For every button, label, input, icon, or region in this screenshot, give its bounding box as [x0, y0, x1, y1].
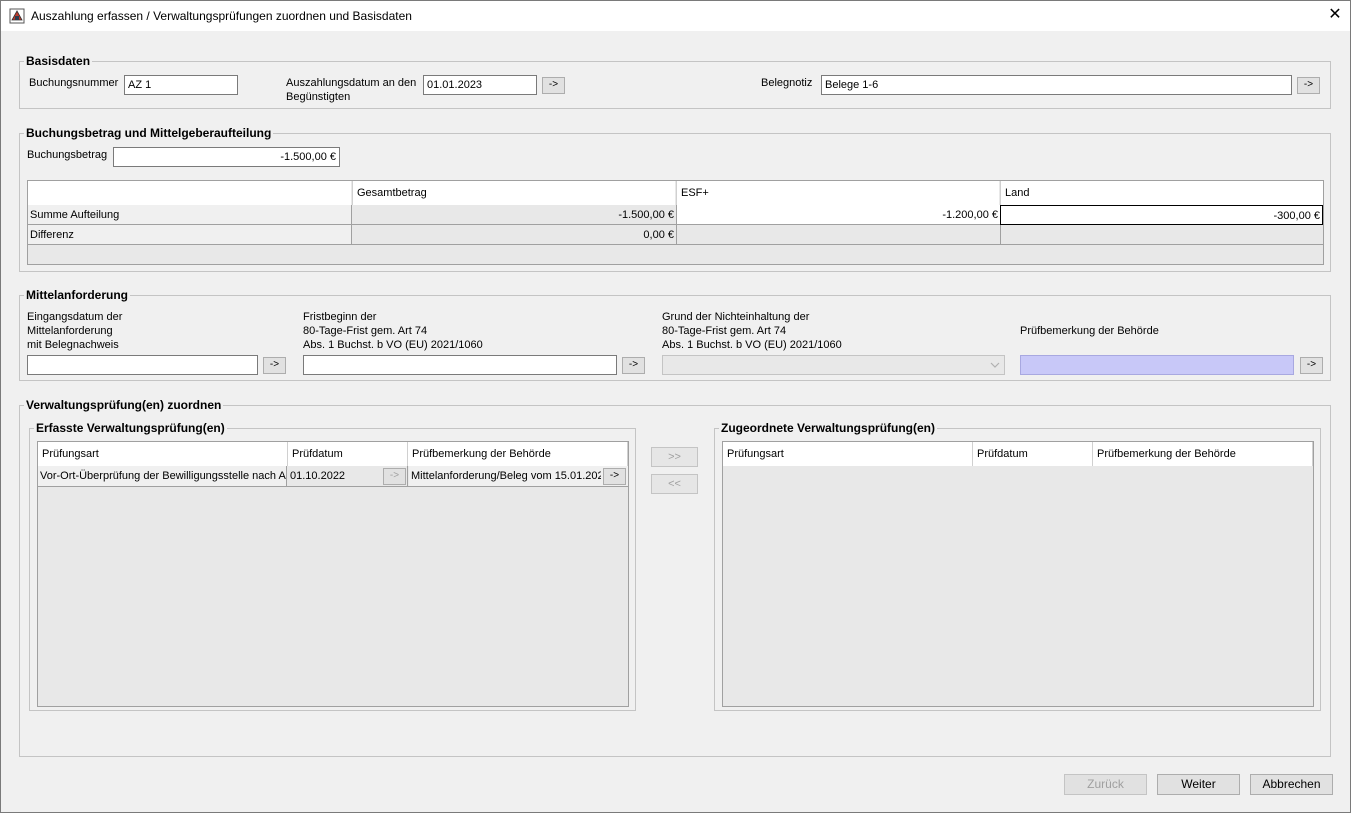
differenz-label: Differenz	[28, 225, 351, 245]
buchungsnummer-label: Buchungsnummer	[29, 77, 119, 89]
belegnotiz-label: Belegnotiz	[761, 77, 813, 89]
erfasste-datum-text: 01.10.2022	[290, 470, 346, 482]
differenz-esf-cell	[676, 225, 1000, 245]
eingang-label-line2: Mittelanforderung	[27, 325, 113, 337]
grund-label-line1: Grund der Nichteinhaltung der	[662, 311, 810, 323]
aufteilung-header-land: Land	[1000, 181, 1323, 205]
erfasste-header-art: Prüfungsart	[38, 442, 288, 466]
auszahlungsdatum-input[interactable]: 01.01.2023	[423, 75, 537, 95]
verwaltungspruefung-legend: Verwaltungsprüfung(en) zuordnen	[24, 398, 224, 412]
close-icon[interactable]: ✕	[1326, 6, 1344, 24]
move-right-button[interactable]: >>	[651, 447, 698, 467]
grund-label-line3: Abs. 1 Buchst. b VO (EU) 2021/1060	[662, 339, 842, 351]
summe-aufteilung-label: Summe Aufteilung	[28, 205, 351, 225]
grund-label-line2: 80-Tage-Frist gem. Art 74	[662, 325, 787, 337]
fristbeginn-arrow-button[interactable]: ->	[622, 357, 645, 374]
chevron-down-icon	[990, 360, 1000, 370]
summe-esf-cell[interactable]: -1.200,00 €	[676, 205, 1000, 225]
pruefbemerkung-input[interactable]	[1020, 355, 1294, 375]
aufteilung-header-corner	[28, 181, 351, 205]
grund-dropdown[interactable]	[662, 355, 1005, 375]
zugeordnete-header-art: Prüfungsart	[723, 442, 973, 466]
belegnotiz-input[interactable]: Belege 1-6	[821, 75, 1292, 95]
auszahlungsdatum-label-line2: Begünstigten	[286, 91, 351, 103]
zugeordnete-table: Prüfungsart Prüfdatum Prüfbemerkung der …	[722, 441, 1314, 707]
summe-land-cell[interactable]: -300,00 €	[1000, 205, 1323, 225]
differenz-gesamt-cell: 0,00 €	[351, 225, 676, 245]
zugeordnete-header-datum: Prüfdatum	[973, 442, 1093, 466]
erfasste-table: Prüfungsart Prüfdatum Prüfbemerkung der …	[37, 441, 629, 707]
eingangsdatum-arrow-button[interactable]: ->	[263, 357, 286, 374]
auszahlungsdatum-label-line1: Auszahlungsdatum an den	[286, 77, 417, 89]
basisdaten-legend: Basisdaten	[24, 54, 93, 68]
abbrechen-button[interactable]: Abbrechen	[1250, 774, 1333, 795]
eingang-label-line1: Eingangsdatum der	[27, 311, 123, 323]
zurueck-button[interactable]: Zurück	[1064, 774, 1147, 795]
move-left-button[interactable]: <<	[651, 474, 698, 494]
buchungsbetrag-legend: Buchungsbetrag und Mittelgeberaufteilung	[24, 126, 274, 140]
differenz-land-cell	[1000, 225, 1323, 245]
buchungsbetrag-input[interactable]: -1.500,00 €	[113, 147, 340, 167]
table-row[interactable]: Vor-Ort-Überprüfung der Bewilligungsstel…	[38, 466, 628, 487]
erfasste-cell-bemerkung: Mittelanforderung/Beleg vom 15.01.2023	[409, 466, 628, 486]
erfasste-header-datum: Prüfdatum	[288, 442, 408, 466]
zugeordnete-legend: Zugeordnete Verwaltungsprüfung(en)	[719, 421, 938, 435]
erfasste-legend: Erfasste Verwaltungsprüfung(en)	[34, 421, 227, 435]
pruefbemerkung-arrow-button[interactable]: ->	[1300, 357, 1323, 374]
mittelanforderung-legend: Mittelanforderung	[24, 288, 130, 302]
erfasste-datum-arrow-button[interactable]: ->	[383, 468, 406, 485]
frist-label-line2: 80-Tage-Frist gem. Art 74	[303, 325, 428, 337]
app-icon	[9, 8, 25, 24]
pruefbemerkung-label: Prüfbemerkung der Behörde	[1020, 325, 1159, 337]
erfasste-cell-art: Vor-Ort-Überprüfung der Bewilligungsstel…	[38, 466, 287, 486]
erfasste-bemerkung-arrow-button[interactable]: ->	[603, 468, 626, 485]
auszahlungsdatum-arrow-button[interactable]: ->	[542, 77, 565, 94]
weiter-button[interactable]: Weiter	[1157, 774, 1240, 795]
erfasste-header-bemerkung: Prüfbemerkung der Behörde	[408, 442, 628, 466]
erfasste-bemerkung-text: Mittelanforderung/Beleg vom 15.01.2023	[411, 470, 601, 482]
zugeordnete-header-bemerkung: Prüfbemerkung der Behörde	[1093, 442, 1313, 466]
eingang-label-line3: mit Belegnachweis	[27, 339, 119, 351]
aufteilung-header-esf: ESF+	[676, 181, 999, 205]
frist-label-line3: Abs. 1 Buchst. b VO (EU) 2021/1060	[303, 339, 483, 351]
buchungsnummer-input[interactable]: AZ 1	[124, 75, 238, 95]
fristbeginn-input[interactable]	[303, 355, 617, 375]
frist-label-line1: Fristbeginn der	[303, 311, 377, 323]
aufteilung-table: Gesamtbetrag ESF+ Land Summe Aufteilung …	[27, 180, 1324, 265]
window-title: Auszahlung erfassen / Verwaltungsprüfung…	[31, 9, 412, 23]
eingangsdatum-input[interactable]	[27, 355, 258, 375]
summe-gesamt-cell: -1.500,00 €	[351, 205, 676, 225]
buchungsbetrag-label: Buchungsbetrag	[27, 149, 108, 161]
belegnotiz-arrow-button[interactable]: ->	[1297, 77, 1320, 94]
aufteilung-header-gesamt: Gesamtbetrag	[352, 181, 675, 205]
